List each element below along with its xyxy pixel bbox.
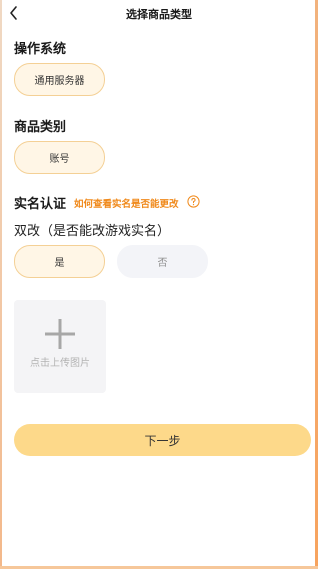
category-section-title: 商品类别 <box>14 120 67 135</box>
realname-option-yes[interactable]: 是 <box>14 245 105 278</box>
left-edge-strip <box>0 0 2 569</box>
realname-question: 双改（是否能改游戏实名） <box>14 224 171 239</box>
realname-option-no[interactable]: 否 <box>117 245 208 278</box>
page-title: 选择商品类型 <box>126 8 192 21</box>
plus-icon <box>45 319 75 349</box>
question-circle-icon[interactable] <box>187 195 200 208</box>
category-option-account[interactable]: 账号 <box>14 141 105 174</box>
os-section-title: 操作系统 <box>14 42 67 57</box>
next-step-button[interactable]: 下一步 <box>14 424 311 456</box>
upload-image-button[interactable]: 点击上传图片 <box>14 300 106 393</box>
os-option-general-server[interactable]: 通用服务器 <box>14 63 105 96</box>
header-bar: 选择商品类型 <box>0 0 318 28</box>
realname-section-title: 实名认证 <box>14 197 67 212</box>
upload-label: 点击上传图片 <box>30 358 90 369</box>
right-edge-strip <box>315 0 318 569</box>
realname-hint-link[interactable]: 如何查看实名是否能更改 <box>74 196 179 210</box>
